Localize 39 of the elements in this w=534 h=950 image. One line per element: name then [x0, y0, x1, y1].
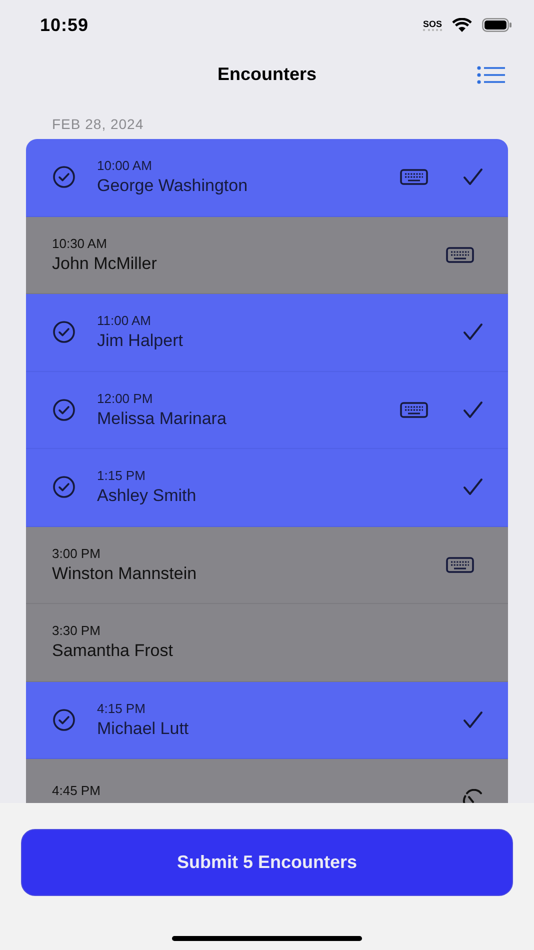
- appointment-time: 10:00 AM: [97, 158, 153, 174]
- wifi-icon: [452, 18, 472, 32]
- encounter-row[interactable]: 4:15 PM Michael Lutt: [26, 682, 508, 759]
- check-circle-icon: [52, 165, 76, 190]
- appointment-time: 1:15 PM: [97, 468, 146, 484]
- patient-name: Melissa Marinara: [97, 408, 228, 429]
- encounter-row[interactable]: 3:30 PM Samantha Frost: [26, 604, 508, 682]
- status-time: 10:59: [40, 14, 89, 36]
- appointment-time: 4:45 PM: [52, 783, 102, 798]
- battery-icon: [482, 18, 512, 32]
- patient-name: Winston Mannstein: [52, 564, 198, 584]
- encounter-row[interactable]: 10:00 AM George Washington: [26, 139, 508, 216]
- check-circle-icon: [52, 475, 76, 500]
- appointment-time: 3:00 PM: [52, 546, 102, 561]
- check-circle-icon: [52, 320, 76, 344]
- encounter-row[interactable]: 12:00 PM Melissa Marinara: [26, 372, 508, 449]
- appointment-time: 11:00 AM: [97, 313, 152, 328]
- encounter-row[interactable]: 10:30 AM John McMiller: [26, 216, 508, 294]
- appointment-time: 10:30 AM: [52, 236, 108, 251]
- check-circle-icon: [52, 708, 76, 732]
- encounter-row[interactable]: 11:00 AM Jim Halpert: [26, 294, 508, 372]
- appointment-time: 3:30 PM: [52, 623, 102, 638]
- patient-name: Jim Halpert: [97, 331, 184, 352]
- screen-title: Encounters: [217, 64, 317, 84]
- appointment-time: 12:00 PM: [97, 390, 154, 406]
- section-header: FEB 28, 2024: [51, 115, 145, 134]
- list-menu-icon[interactable]: [477, 66, 505, 84]
- patient-name: Michael Lutt: [97, 718, 190, 739]
- patient-name: John McMiller: [52, 254, 158, 274]
- encounter-row[interactable]: 3:00 PM Winston Mannstein: [26, 526, 508, 604]
- encounter-row[interactable]: 1:15 PM Ashley Smith: [26, 449, 508, 526]
- patient-name: George Washington: [97, 176, 249, 196]
- patient-name: Samantha Frost: [52, 641, 174, 662]
- submit-button[interactable]: Submit 5 Encounters: [21, 829, 513, 896]
- carrier-text: SOS: [422, 19, 442, 31]
- appointment-time: 4:15 PM: [97, 700, 146, 716]
- encounter-row[interactable]: 4:45 PM: [26, 759, 508, 803]
- patient-name: Ashley Smith: [97, 486, 198, 506]
- check-circle-icon: [52, 398, 76, 422]
